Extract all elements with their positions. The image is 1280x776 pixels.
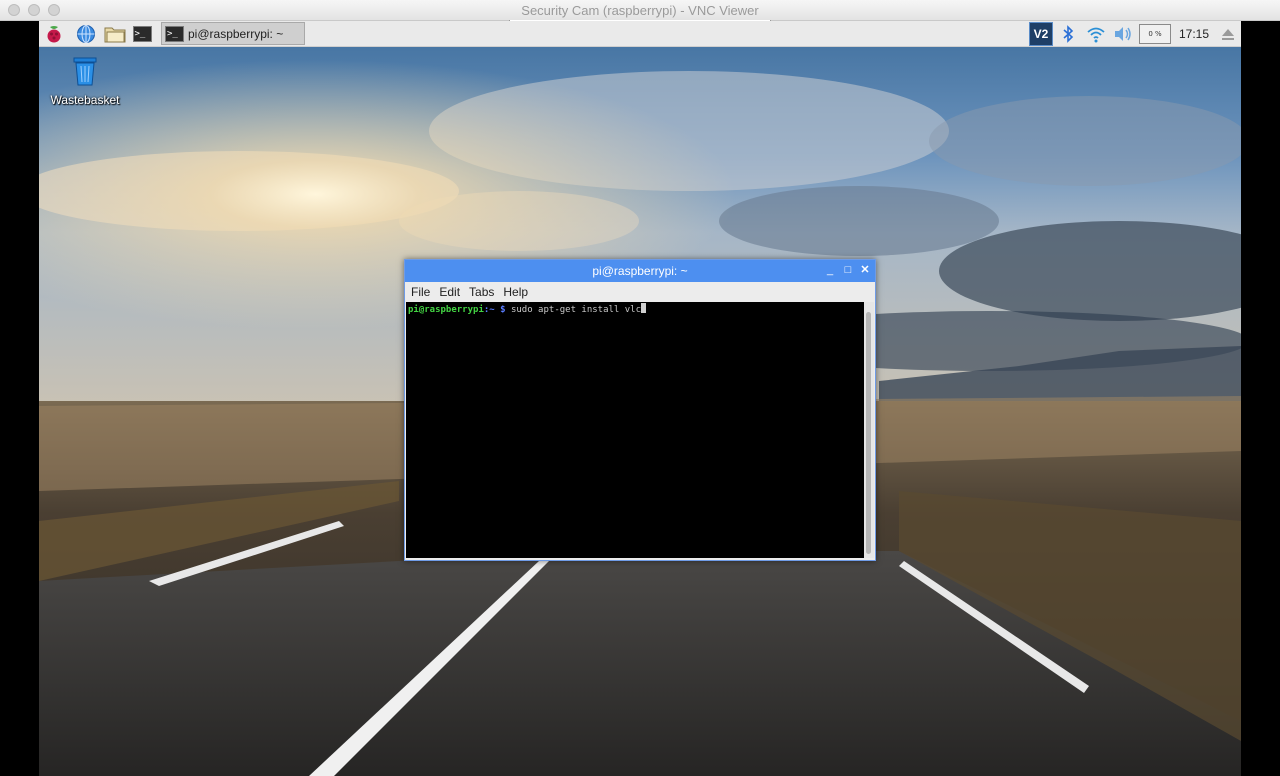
terminal-output[interactable]: pi@raspberrypi:~ $ sudo apt-get install … <box>406 302 864 558</box>
bluetooth-icon <box>1063 25 1074 43</box>
terminal-icon: >_ <box>165 25 184 42</box>
vnc-server-tray-icon[interactable]: V2 <box>1028 21 1054 47</box>
wifi-tray-icon[interactable] <box>1085 21 1107 47</box>
menu-tabs[interactable]: Tabs <box>469 285 494 299</box>
taskbar-button-label: pi@raspberrypi: ~ <box>188 26 284 41</box>
menu-edit[interactable]: Edit <box>439 285 460 299</box>
cpu-monitor: 0 % <box>1137 21 1173 47</box>
wifi-icon <box>1087 27 1105 43</box>
prompt-user: pi@raspberrypi <box>408 305 484 315</box>
folder-icon <box>104 27 126 43</box>
clock-time: 17:15 <box>1178 27 1210 41</box>
bluetooth-tray-icon[interactable] <box>1059 21 1077 47</box>
vnc-window-titlebar[interactable]: Security Cam (raspberrypi) - VNC Viewer <box>0 0 1280 21</box>
web-browser-launcher[interactable] <box>75 24 97 44</box>
desktop-icon-label: Wastebasket <box>50 93 120 107</box>
terminal-window[interactable]: pi@raspberrypi: ~ _ □ ✕ File Edit Tabs H… <box>404 259 876 561</box>
clock[interactable]: 17:15 <box>1175 21 1213 47</box>
command-line: pi@raspberrypi:~ $ sudo apt-get install … <box>408 303 647 315</box>
raspberry-icon <box>47 26 61 43</box>
terminal-icon: >_ <box>132 26 152 42</box>
prompt-path: :~ $ <box>483 305 506 315</box>
file-manager-launcher[interactable] <box>104 24 126 44</box>
menu-help[interactable]: Help <box>503 285 528 299</box>
eject-icon <box>1222 29 1234 40</box>
close-button[interactable]: ✕ <box>858 263 872 277</box>
minimize-button[interactable]: _ <box>823 263 837 277</box>
menu-file[interactable]: File <box>411 285 430 299</box>
terminal-scrollbar[interactable] <box>864 302 874 558</box>
speaker-icon <box>1115 27 1131 41</box>
taskbar-button-terminal[interactable]: >_ pi@raspberrypi: ~ <box>161 22 305 45</box>
trash-icon <box>73 57 97 86</box>
desktop-icon-wastebasket[interactable]: Wastebasket <box>45 55 125 107</box>
terminal-launcher[interactable]: >_ <box>131 24 153 44</box>
terminal-window-title: pi@raspberrypi: ~ <box>592 264 688 278</box>
raspberry-menu-button[interactable] <box>43 24 65 44</box>
text-cursor <box>641 303 647 313</box>
terminal-menubar: File Edit Tabs Help <box>405 282 875 301</box>
scrollbar-thumb[interactable] <box>866 312 871 554</box>
volume-tray-icon[interactable] <box>1112 21 1134 47</box>
maximize-button[interactable]: □ <box>841 263 855 277</box>
cpu-usage-readout: 0 % <box>1139 24 1171 44</box>
typed-command: sudo apt-get install vlc <box>510 305 642 315</box>
globe-icon <box>77 25 95 43</box>
terminal-titlebar[interactable]: pi@raspberrypi: ~ _ □ ✕ <box>405 260 875 282</box>
vnc-icon: V2 <box>1029 22 1053 46</box>
vnc-window-title: Security Cam (raspberrypi) - VNC Viewer <box>521 3 759 18</box>
eject-tray-icon[interactable] <box>1217 21 1239 47</box>
lxde-panel: >_ >_ pi@raspberrypi: ~ V2 0 % 17:15 <box>39 21 1241 47</box>
remote-desktop[interactable]: >_ >_ pi@raspberrypi: ~ V2 0 % 17:15 Was… <box>39 21 1241 776</box>
